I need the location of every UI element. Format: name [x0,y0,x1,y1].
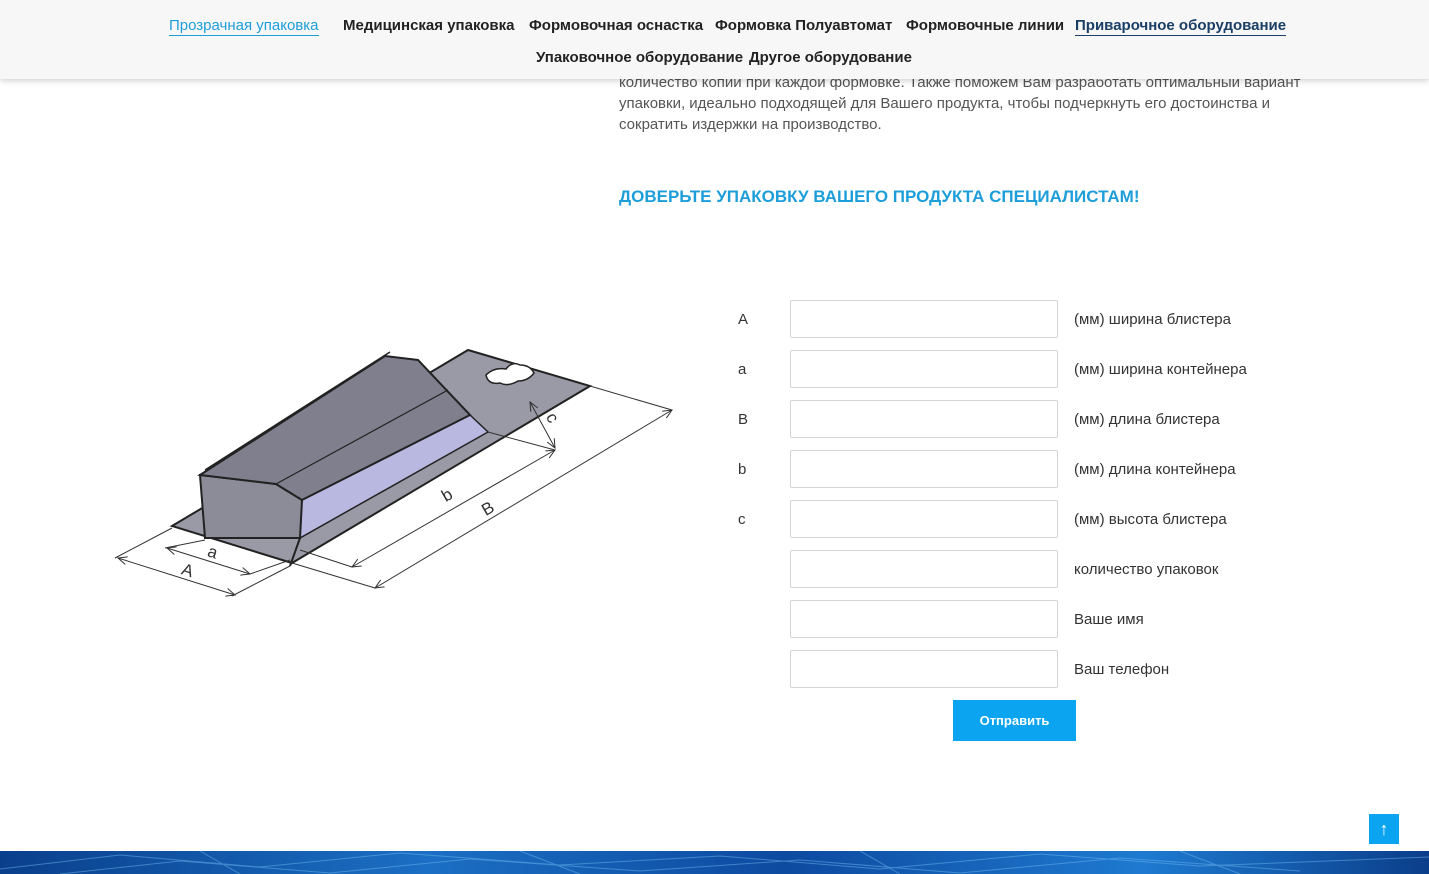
field-label: (мм) высота блистера [1074,511,1227,528]
field-letter: c [738,511,746,528]
nav-item-other-equipment[interactable]: Другое оборудование [749,49,912,67]
nav-item-forming-tooling[interactable]: Формовочная оснастка [529,17,703,35]
nav-item-medical-packaging[interactable]: Медицинская упаковка [343,17,514,35]
field-label: (мм) ширина блистера [1074,311,1231,328]
section-headline: ДОВЕРЬТЕ УПАКОВКУ ВАШЕГО ПРОДУКТА СПЕЦИА… [619,187,1140,206]
nav-item-packaging-equipment[interactable]: Упаковочное оборудование [536,49,743,67]
circuit-pattern [0,851,1429,874]
blister-length-input[interactable] [790,400,1058,438]
scroll-to-top-button[interactable]: ↑ [1369,814,1399,844]
blister-dimension-diagram: A a B b c [114,348,690,610]
field-label: (мм) длина контейнера [1074,461,1236,478]
nav-item-forming-lines[interactable]: Формовочные линии [906,17,1064,35]
field-label: количество упаковок [1074,561,1219,578]
field-letter: a [738,361,747,378]
field-label: (мм) длина блистера [1074,411,1220,428]
dimension-label-b: b [438,484,456,505]
top-navigation: Прозрачная упаковка Медицинская упаковка… [0,0,1429,79]
field-label: Ваш телефон [1074,661,1170,678]
blister-width-input[interactable] [790,300,1058,338]
nav-item-transparent-packaging[interactable]: Прозрачная упаковка [169,17,319,36]
field-label: Ваше имя [1074,611,1144,628]
nav-item-welding-equipment[interactable]: Приварочное оборудование [1075,17,1287,36]
intro-paragraph: количество копий при каждой формовке. Та… [619,74,1301,133]
arrow-up-icon: ↑ [1379,819,1389,839]
nav-item-semi-automatic-forming[interactable]: Формовка Полуавтомат [715,17,892,35]
submit-button[interactable]: Отправить [953,700,1076,741]
container-length-input[interactable] [790,450,1058,488]
dimension-label-A: A [179,560,196,582]
footer-banner [0,851,1429,874]
field-label: (мм) ширина контейнера [1074,361,1247,378]
container-width-input[interactable] [790,350,1058,388]
field-letter: B [738,411,749,428]
phone-input[interactable] [790,650,1058,688]
field-letter: A [738,311,749,328]
blister-height-input[interactable] [790,500,1058,538]
field-letter: b [738,461,747,478]
quantity-input[interactable] [790,550,1058,588]
name-input[interactable] [790,600,1058,638]
dimension-label-a: a [205,542,220,563]
